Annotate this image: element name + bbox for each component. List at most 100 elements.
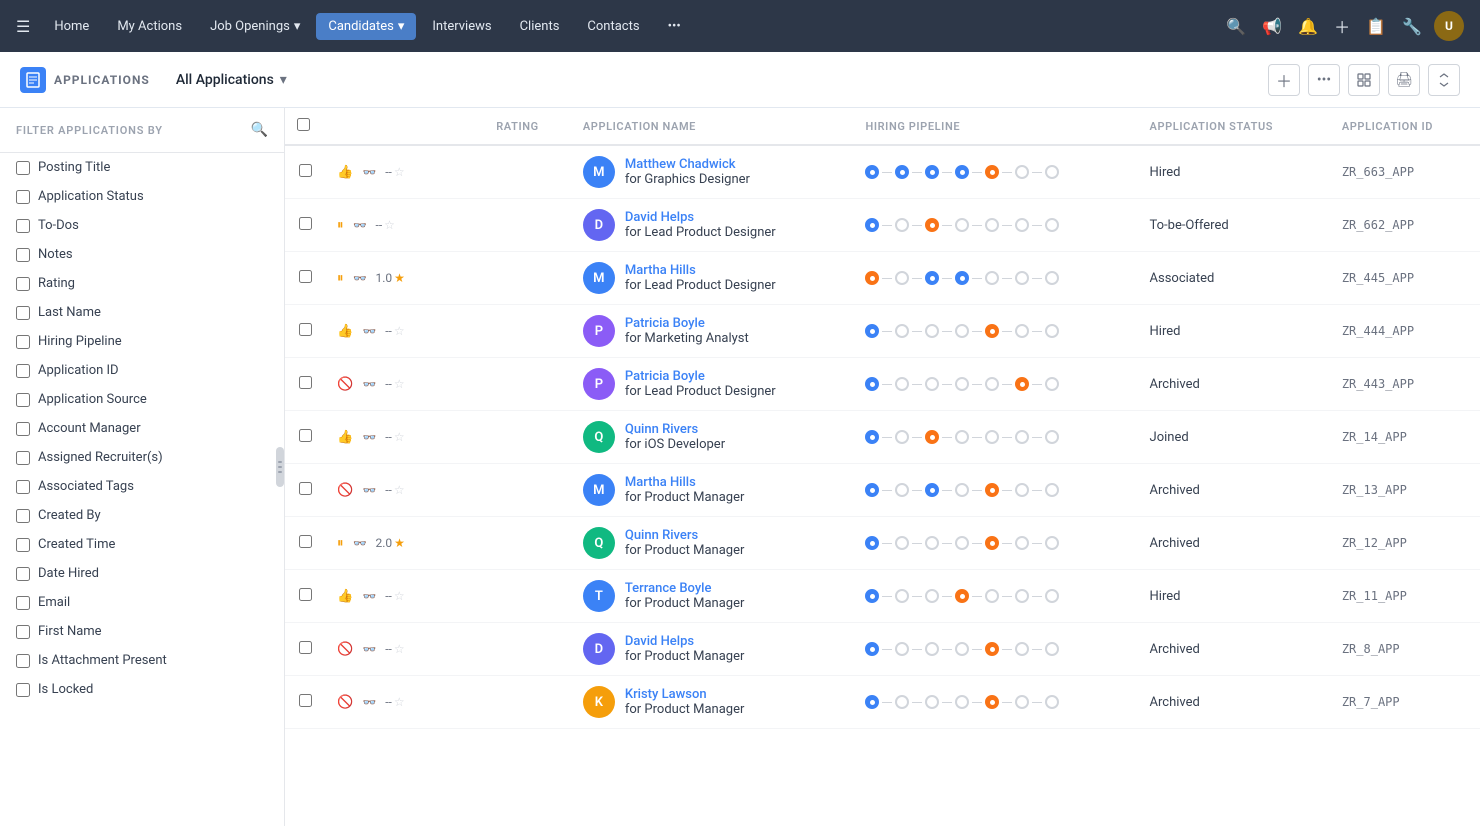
filter-item-email[interactable]: Email [0, 588, 284, 617]
glasses-button[interactable]: 👓 [348, 266, 372, 290]
glasses-button[interactable]: 👓 [357, 160, 381, 184]
sort-button[interactable] [1428, 64, 1460, 96]
clipboard-icon[interactable]: 📋 [1362, 13, 1390, 40]
row-checkbox[interactable] [299, 588, 312, 601]
search-icon[interactable]: 🔍 [1222, 13, 1250, 40]
filter-item-account-manager[interactable]: Account Manager [0, 414, 284, 443]
tools-icon[interactable]: 🔧 [1398, 13, 1426, 40]
row-checkbox[interactable] [299, 535, 312, 548]
header-rating[interactable]: RATING [484, 108, 571, 145]
filter-checkbox[interactable] [16, 161, 30, 175]
candidate-name-link[interactable]: Kristy Lawson [625, 687, 745, 702]
glasses-button[interactable]: 👓 [357, 425, 381, 449]
filter-checkbox[interactable] [16, 393, 30, 407]
filter-checkbox[interactable] [16, 538, 30, 552]
candidate-name-link[interactable]: Matthew Chadwick [625, 157, 750, 172]
nav-candidates[interactable]: Candidates ▾ [316, 13, 416, 40]
header-status[interactable]: APPLICATION STATUS [1138, 108, 1330, 145]
row-checkbox[interactable] [299, 641, 312, 654]
nav-home[interactable]: Home [42, 13, 101, 40]
hamburger-icon[interactable]: ☰ [16, 17, 30, 36]
filter-checkbox[interactable] [16, 219, 30, 233]
filter-checkbox[interactable] [16, 306, 30, 320]
select-all-checkbox[interactable] [297, 118, 310, 131]
nav-clients[interactable]: Clients [508, 13, 572, 40]
glasses-button[interactable]: 👓 [357, 690, 381, 714]
more-options-button[interactable]: ••• [1308, 64, 1340, 96]
announce-icon[interactable]: 📢 [1258, 13, 1286, 40]
row-checkbox[interactable] [299, 323, 312, 336]
row-checkbox[interactable] [299, 429, 312, 442]
filter-checkbox[interactable] [16, 248, 30, 262]
bell-icon[interactable]: 🔔 [1294, 13, 1322, 40]
grid-view-button[interactable] [1348, 64, 1380, 96]
candidate-name-link[interactable]: Quinn Rivers [625, 528, 745, 543]
filter-checkbox[interactable] [16, 335, 30, 349]
filter-item-date-hired[interactable]: Date Hired [0, 559, 284, 588]
filter-item-application-source[interactable]: Application Source [0, 385, 284, 414]
row-checkbox[interactable] [299, 164, 312, 177]
filter-item-assigned-recruiters[interactable]: Assigned Recruiter(s) [0, 443, 284, 472]
glasses-button[interactable]: 👓 [357, 319, 381, 343]
filter-checkbox[interactable] [16, 480, 30, 494]
filter-checkbox[interactable] [16, 451, 30, 465]
filter-item-first-name[interactable]: First Name [0, 617, 284, 646]
filter-item-application-status[interactable]: Application Status [0, 182, 284, 211]
filter-item-last-name[interactable]: Last Name [0, 298, 284, 327]
nav-job-openings[interactable]: Job Openings ▾ [198, 13, 312, 40]
filter-checkbox[interactable] [16, 567, 30, 581]
candidate-name-link[interactable]: Patricia Boyle [625, 369, 776, 384]
header-app-id[interactable]: APPLICATION ID [1330, 108, 1480, 145]
glasses-button[interactable]: 👓 [357, 584, 381, 608]
filter-item-is-attachment-present[interactable]: Is Attachment Present [0, 646, 284, 675]
row-checkbox[interactable] [299, 217, 312, 230]
filter-checkbox[interactable] [16, 422, 30, 436]
filter-item-created-by[interactable]: Created By [0, 501, 284, 530]
glasses-button[interactable]: 👓 [348, 213, 372, 237]
add-icon[interactable]: ＋ [1330, 10, 1354, 42]
print-button[interactable]: 🖨 [1388, 64, 1420, 96]
candidate-name-link[interactable]: Terrance Boyle [625, 581, 745, 596]
filter-checkbox[interactable] [16, 596, 30, 610]
sidebar-search-icon[interactable]: 🔍 [251, 122, 268, 138]
candidate-name-link[interactable]: David Helps [625, 634, 745, 649]
header-app-name[interactable]: APPLICATION NAME [571, 108, 854, 145]
row-checkbox[interactable] [299, 482, 312, 495]
filter-item-rating[interactable]: Rating [0, 269, 284, 298]
user-avatar[interactable]: U [1434, 11, 1464, 41]
filter-checkbox[interactable] [16, 190, 30, 204]
glasses-button[interactable]: 👓 [357, 637, 381, 661]
filter-item-posting-title[interactable]: Posting Title [0, 153, 284, 182]
glasses-button[interactable]: 👓 [357, 372, 381, 396]
filter-item-application-id[interactable]: Application ID [0, 356, 284, 385]
add-button[interactable]: ＋ [1268, 64, 1300, 96]
filter-checkbox[interactable] [16, 625, 30, 639]
filter-checkbox[interactable] [16, 683, 30, 697]
candidate-name-link[interactable]: Patricia Boyle [625, 316, 749, 331]
filter-item-associated-tags[interactable]: Associated Tags [0, 472, 284, 501]
glasses-button[interactable]: 👓 [348, 531, 372, 555]
candidate-name-link[interactable]: Martha Hills [625, 475, 745, 490]
candidate-name-link[interactable]: Martha Hills [625, 263, 776, 278]
filter-item-created-time[interactable]: Created Time [0, 530, 284, 559]
nav-more[interactable]: ••• [656, 13, 693, 40]
filter-item-to-dos[interactable]: To-Dos [0, 211, 284, 240]
header-pipeline[interactable]: HIRING PIPELINE [853, 108, 1137, 145]
nav-my-actions[interactable]: My Actions [105, 13, 194, 40]
candidate-name-link[interactable]: David Helps [625, 210, 776, 225]
nav-contacts[interactable]: Contacts [575, 13, 651, 40]
filter-checkbox[interactable] [16, 277, 30, 291]
filter-item-notes[interactable]: Notes [0, 240, 284, 269]
row-checkbox[interactable] [299, 270, 312, 283]
glasses-button[interactable]: 👓 [357, 478, 381, 502]
filter-item-is-locked[interactable]: Is Locked [0, 675, 284, 704]
row-checkbox[interactable] [299, 376, 312, 389]
filter-item-hiring-pipeline[interactable]: Hiring Pipeline [0, 327, 284, 356]
filter-checkbox[interactable] [16, 364, 30, 378]
filter-checkbox[interactable] [16, 509, 30, 523]
nav-interviews[interactable]: Interviews [420, 13, 503, 40]
filter-checkbox[interactable] [16, 654, 30, 668]
row-checkbox[interactable] [299, 694, 312, 707]
view-selector[interactable]: All Applications ▾ [166, 66, 297, 94]
sidebar-resize-handle[interactable] [276, 447, 284, 487]
